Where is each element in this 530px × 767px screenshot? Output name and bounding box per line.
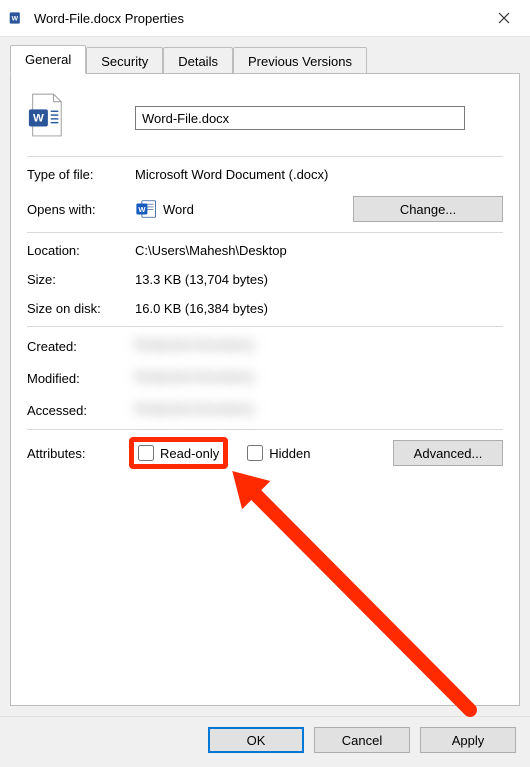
window-title: Word-File.docx Properties bbox=[34, 11, 486, 26]
type-label: Type of file: bbox=[27, 167, 135, 182]
cancel-button[interactable]: Cancel bbox=[314, 727, 410, 753]
tabstrip: General Security Details Previous Versio… bbox=[10, 45, 520, 74]
tab-security[interactable]: Security bbox=[86, 47, 163, 75]
type-value: Microsoft Word Document (.docx) bbox=[135, 167, 503, 182]
size-value: 13.3 KB (13,704 bytes) bbox=[135, 272, 503, 287]
tab-general[interactable]: General bbox=[10, 45, 86, 74]
tab-area: General Security Details Previous Versio… bbox=[0, 37, 530, 73]
titlebar: W Word-File.docx Properties bbox=[0, 0, 530, 37]
modified-value: Redacted timestamp bbox=[135, 369, 365, 387]
close-button[interactable] bbox=[486, 2, 522, 34]
svg-text:W: W bbox=[33, 113, 44, 125]
divider bbox=[27, 429, 503, 430]
location-value: C:\Users\Mahesh\Desktop bbox=[135, 243, 503, 258]
hidden-label: Hidden bbox=[269, 446, 310, 461]
general-panel: W Type of file: Microsoft Word D bbox=[10, 73, 520, 706]
opens-with-value: Word bbox=[163, 202, 194, 217]
location-label: Location: bbox=[27, 243, 135, 258]
document-icon: W bbox=[27, 92, 65, 140]
size-on-disk-value: 16.0 KB (16,384 bytes) bbox=[135, 301, 503, 316]
divider bbox=[27, 232, 503, 233]
properties-dialog: W Word-File.docx Properties General Secu… bbox=[0, 0, 530, 767]
size-label: Size: bbox=[27, 272, 135, 287]
word-app-icon: W bbox=[135, 198, 157, 220]
modified-label: Modified: bbox=[27, 371, 135, 386]
word-file-icon: W bbox=[8, 9, 26, 27]
svg-text:W: W bbox=[138, 205, 146, 214]
read-only-label: Read-only bbox=[160, 446, 219, 461]
tab-previous-versions[interactable]: Previous Versions bbox=[233, 47, 367, 75]
read-only-checkbox-input[interactable] bbox=[138, 445, 154, 461]
accessed-value: Redacted timestamp bbox=[135, 401, 365, 419]
created-label: Created: bbox=[27, 339, 135, 354]
apply-button[interactable]: Apply bbox=[420, 727, 516, 753]
hidden-checkbox[interactable]: Hidden bbox=[244, 443, 313, 463]
svg-text:W: W bbox=[12, 15, 19, 22]
attributes-label: Attributes: bbox=[27, 446, 135, 461]
advanced-button[interactable]: Advanced... bbox=[393, 440, 503, 466]
opens-with-label: Opens with: bbox=[27, 202, 135, 217]
change-button[interactable]: Change... bbox=[353, 196, 503, 222]
divider bbox=[27, 156, 503, 157]
hidden-checkbox-input[interactable] bbox=[247, 445, 263, 461]
filename-input[interactable] bbox=[135, 106, 465, 130]
ok-button[interactable]: OK bbox=[208, 727, 304, 753]
created-value: Redacted timestamp bbox=[135, 337, 365, 355]
read-only-checkbox[interactable]: Read-only bbox=[135, 443, 222, 463]
size-on-disk-label: Size on disk: bbox=[27, 301, 135, 316]
divider bbox=[27, 326, 503, 327]
accessed-label: Accessed: bbox=[27, 403, 135, 418]
button-bar: OK Cancel Apply bbox=[0, 716, 530, 767]
tab-details[interactable]: Details bbox=[163, 47, 233, 75]
panel-wrap: W Type of file: Microsoft Word D bbox=[0, 73, 530, 716]
